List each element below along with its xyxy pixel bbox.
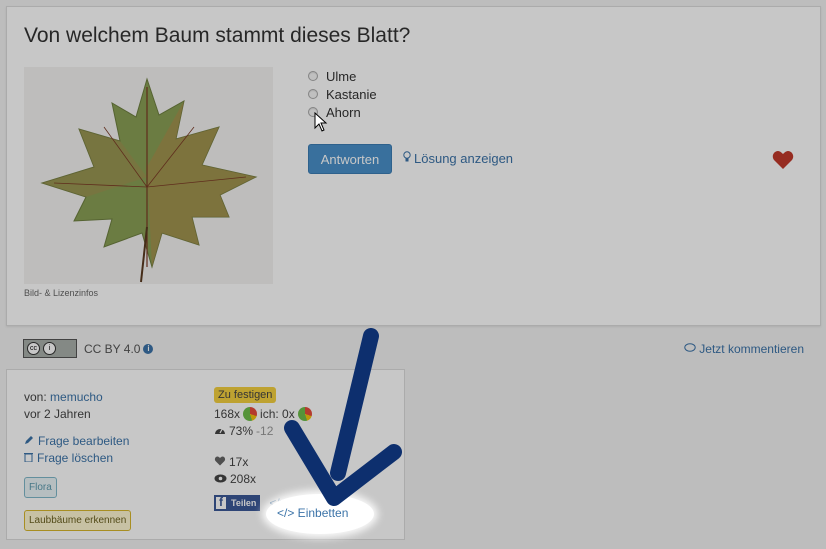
answered-count: 168x: [214, 406, 241, 421]
maple-leaf-image: [24, 67, 273, 284]
pie-chart-icon: [297, 406, 312, 421]
answer-option-2[interactable]: Kastanie: [308, 85, 377, 103]
likes-row: 17x: [214, 453, 341, 470]
info-icon[interactable]: i: [143, 343, 154, 354]
by-icon: i: [43, 342, 56, 355]
meta-left: von: memucho vor 2 Jahren Frage bearbeit…: [24, 389, 132, 531]
comment-link[interactable]: Jetzt kommentieren: [684, 342, 804, 356]
comment-icon: [684, 342, 696, 356]
cc-license-badge[interactable]: cc i: [23, 339, 77, 358]
trash-icon: [24, 450, 33, 467]
cc-icon: cc: [27, 342, 40, 355]
author-prefix: von:: [24, 390, 47, 404]
correct-rate: 73%: [229, 423, 254, 438]
radio-button[interactable]: [308, 71, 318, 81]
status-badge: Zu festigen: [214, 387, 277, 403]
answer-option-1[interactable]: Ulme: [308, 67, 377, 85]
views-row: 208x: [214, 470, 341, 487]
comment-link-label: Jetzt kommentieren: [699, 342, 804, 356]
category-tag[interactable]: Flora: [24, 477, 57, 498]
answer-label: Ulme: [326, 68, 357, 84]
meta-right: Zu festigen 168x ich: 0x 73% -12 17x 208…: [214, 387, 341, 511]
heart-icon: [214, 455, 226, 469]
radio-button[interactable]: [308, 89, 318, 99]
question-card: Von welchem Baum stammt dieses Blatt? Bi…: [6, 6, 821, 326]
delete-question-link[interactable]: Frage löschen: [24, 450, 131, 467]
license-row: cc i CC BY 4.0 i: [23, 339, 154, 358]
image-license-caption[interactable]: Bild- & Lizenzinfos: [24, 288, 98, 298]
correct-delta: -12: [256, 423, 274, 438]
views-count: 208x: [230, 471, 257, 486]
question-age: vor 2 Jahren: [24, 407, 91, 421]
correct-rate-row: 73% -12: [214, 422, 341, 439]
likes-count: 17x: [229, 454, 249, 469]
question-title: Von welchem Baum stammt dieses Blatt?: [24, 24, 411, 47]
answer-label: Kastanie: [326, 86, 377, 102]
facebook-icon: f: [214, 495, 228, 511]
eye-icon: [214, 472, 227, 486]
license-label: CC BY 4.0: [84, 341, 141, 356]
answer-button[interactable]: Antworten: [308, 144, 392, 174]
answer-label: Ahorn: [326, 104, 361, 120]
show-solution-label: Lösung anzeigen: [414, 151, 514, 166]
heart-icon[interactable]: [772, 150, 794, 170]
delete-question-label: Frage löschen: [37, 451, 114, 465]
embed-link-highlighted[interactable]: </> Einbetten: [277, 506, 348, 520]
share-label: Teilen: [231, 498, 257, 508]
pie-chart-icon: [243, 406, 258, 421]
author-link[interactable]: memucho: [50, 390, 103, 404]
edit-question-link[interactable]: Frage bearbeiten: [24, 433, 131, 450]
set-tag[interactable]: Laubbäume erkennen: [24, 510, 132, 531]
facebook-share-button[interactable]: f Teilen: [214, 495, 261, 511]
my-count: ich: 0x: [260, 406, 295, 421]
pencil-icon: [24, 433, 34, 450]
show-solution-link[interactable]: Lösung anzeigen: [403, 151, 513, 166]
mouse-cursor-icon: [314, 112, 328, 132]
edit-question-label: Frage bearbeiten: [38, 434, 130, 448]
gauge-icon: [214, 424, 226, 438]
answer-stats: 168x ich: 0x: [214, 405, 341, 422]
lightbulb-icon: [403, 151, 411, 166]
